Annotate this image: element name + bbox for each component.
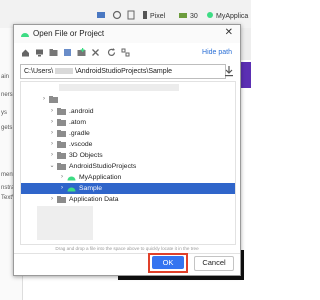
project-folder-icon[interactable]: [48, 47, 59, 58]
new-folder-icon[interactable]: [76, 47, 87, 58]
android-project-icon: [67, 187, 76, 192]
folder-icon: [57, 152, 66, 159]
refresh-icon[interactable]: [106, 47, 117, 58]
dialog-title: Open File or Project: [33, 29, 105, 38]
redacted-region: [37, 206, 93, 240]
tree-row-label: .vscode: [69, 141, 93, 148]
path-prefix: C:\Users\: [24, 68, 54, 75]
collapse-chevron-icon[interactable]: ⌄: [49, 161, 55, 172]
panel-text: ain: [1, 74, 10, 80]
api-icon: [179, 13, 187, 18]
show-hidden-icon[interactable]: [120, 47, 131, 58]
device-selector[interactable]: Pixel: [150, 13, 165, 20]
folder-icon: [57, 141, 66, 148]
tree-row[interactable]: › MyApplication: [21, 172, 235, 183]
tree-row[interactable]: › .vscode: [21, 139, 235, 150]
folder-icon: [49, 96, 58, 103]
panel-text: ners: [1, 92, 13, 98]
expand-chevron-icon[interactable]: ›: [49, 150, 55, 161]
phone-icon[interactable]: [140, 10, 150, 20]
folder-icon: [57, 108, 66, 115]
delete-icon[interactable]: [90, 47, 101, 58]
tree-row-label: .atom: [69, 119, 86, 126]
folder-icon: [57, 119, 66, 126]
expand-chevron-icon[interactable]: ›: [49, 128, 55, 139]
tree-row[interactable]: ⌄ AndroidStudioProjects: [21, 161, 235, 172]
tree-row-selected[interactable]: › Sample: [21, 183, 235, 194]
tree-row[interactable]: › .gradle: [21, 128, 235, 139]
folder-icon: [57, 196, 66, 203]
dialog-title-bar: Open File or Project ✕: [14, 25, 240, 43]
path-suffix: \AndroidStudioProjects\Sample: [75, 68, 173, 75]
tree-row-label: MyApplication: [79, 174, 122, 181]
expand-chevron-icon[interactable]: ›: [49, 139, 55, 150]
folder-icon: [57, 163, 66, 170]
expand-chevron-icon[interactable]: ›: [49, 194, 55, 205]
folder-icon: [57, 130, 66, 137]
tree-row-label: Sample: [79, 185, 103, 192]
home-folder-icon[interactable]: [20, 47, 31, 58]
close-icon[interactable]: ✕: [225, 27, 233, 38]
expand-chevron-icon[interactable]: ›: [59, 183, 65, 194]
divider: [14, 253, 240, 254]
redacted-username: [55, 68, 74, 75]
path-input[interactable]: C:\Users\ \AndroidStudioProjects\Sample: [20, 64, 226, 79]
tree-row-label: 3D Objects: [69, 152, 103, 159]
android-icon: [21, 33, 29, 37]
file-tree[interactable]: › › .android › .atom › .gradle › .vscode…: [20, 81, 236, 245]
cancel-button[interactable]: Cancel: [194, 256, 234, 271]
redacted-region: [59, 84, 179, 91]
tree-row-label: .gradle: [69, 130, 90, 137]
expand-chevron-icon[interactable]: ›: [49, 117, 55, 128]
app-icon: [207, 12, 213, 18]
sync-icon[interactable]: [112, 10, 122, 20]
expand-chevron-icon[interactable]: ›: [41, 94, 47, 105]
ok-button[interactable]: OK: [152, 256, 184, 269]
tree-row[interactable]: › .android: [21, 106, 235, 117]
hide-path-link[interactable]: Hide path: [202, 49, 232, 56]
tree-row-label: Application Data: [69, 196, 119, 203]
build-icon[interactable]: [96, 10, 106, 20]
tree-row-label: AndroidStudioProjects: [69, 163, 137, 170]
api-selector[interactable]: 30: [190, 13, 198, 20]
panel-text: ys: [1, 110, 7, 116]
expand-chevron-icon[interactable]: ›: [49, 106, 55, 117]
desktop-icon[interactable]: [34, 47, 45, 58]
tree-row[interactable]: › Application Data: [21, 194, 235, 205]
tree-row-label: .android: [69, 108, 94, 115]
tree-row[interactable]: › .atom: [21, 117, 235, 128]
device-manager-icon[interactable]: [126, 10, 136, 20]
panel-text: gets: [1, 125, 13, 131]
android-project-icon: [67, 176, 76, 181]
module-icon[interactable]: [62, 47, 73, 58]
open-file-dialog: Open File or Project ✕ Hide path C:\User…: [13, 24, 241, 276]
tree-row[interactable]: › 3D Objects: [21, 150, 235, 161]
app-name-tab[interactable]: MyApplica: [216, 13, 248, 20]
download-icon[interactable]: [224, 65, 234, 77]
drag-drop-hint: Drag and drop a file into the space abov…: [55, 246, 199, 251]
expand-chevron-icon[interactable]: ›: [59, 172, 65, 183]
dialog-toolbar: Hide path: [14, 45, 240, 61]
tree-row[interactable]: ›: [21, 94, 235, 105]
